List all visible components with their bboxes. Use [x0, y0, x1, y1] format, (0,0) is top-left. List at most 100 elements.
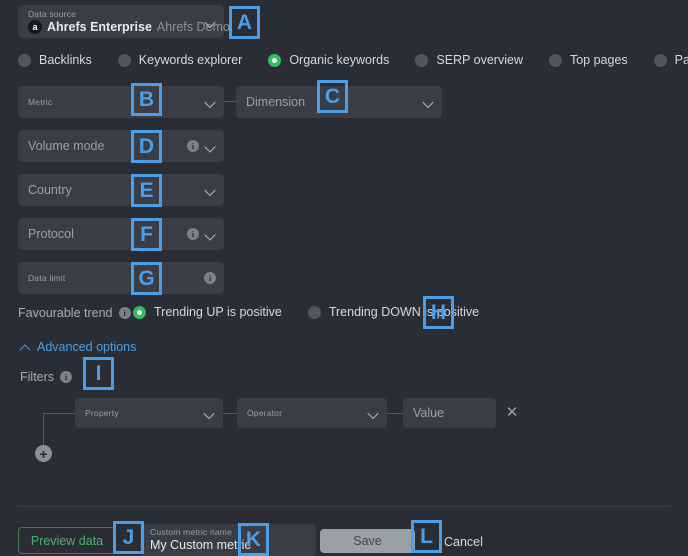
- annotation-g: G: [131, 262, 162, 295]
- data-source-select[interactable]: Data source a Ahrefs Enterprise Ahrefs D…: [18, 5, 230, 38]
- filter-connector-2: [387, 413, 403, 414]
- custom-metric-name-input[interactable]: Custom metric name My Custom metric: [140, 524, 316, 556]
- filter-value-placeholder: Value: [413, 406, 445, 420]
- info-icon[interactable]: i: [204, 272, 216, 284]
- cancel-button[interactable]: Cancel: [444, 535, 483, 549]
- data-source-label: Data source: [28, 8, 77, 19]
- filter-tree-horizontal: [43, 413, 75, 414]
- report-type-radio-group: Backlinks Keywords explorer Organic keyw…: [18, 53, 688, 67]
- chevron-up-icon: [20, 342, 31, 353]
- data-source-secondary: Ahrefs Demo: [156, 19, 230, 34]
- protocol-placeholder: Protocol: [28, 227, 74, 241]
- radio-serp-overview[interactable]: SERP overview: [415, 53, 523, 67]
- metric-dimension-connector: [224, 101, 236, 102]
- radio-indicator: [653, 53, 667, 67]
- data-limit-icons: i: [204, 272, 216, 284]
- chevron-down-icon[interactable]: [205, 141, 216, 152]
- data-source-value: a Ahrefs Enterprise Ahrefs Demo: [28, 20, 230, 35]
- filter-operator-chevron-wrap: [368, 408, 379, 419]
- radio-indicator-selected: [133, 305, 146, 319]
- annotation-c: C: [317, 80, 348, 113]
- chevron-down-icon[interactable]: [205, 185, 216, 196]
- radio-indicator: [415, 53, 429, 67]
- radio-label: Keywords explorer: [138, 53, 243, 67]
- remove-filter-button[interactable]: ✕: [505, 405, 519, 420]
- volume-mode-icons: i: [187, 140, 216, 152]
- preview-data-label: Preview data: [30, 533, 104, 548]
- chevron-down-icon[interactable]: [205, 16, 216, 27]
- protocol-icons: i: [187, 228, 216, 240]
- info-icon[interactable]: i: [118, 307, 131, 319]
- annotation-k: K: [238, 523, 269, 556]
- dimension-chevron-wrap: [423, 97, 434, 108]
- radio-label: Trending DOWN is positive: [328, 305, 480, 319]
- country-chevron-wrap: [205, 185, 216, 196]
- advanced-options-label: Advanced options: [37, 340, 137, 354]
- filter-operator-label: Operator: [247, 407, 283, 418]
- radio-paid-pages[interactable]: Paid pages: [653, 53, 688, 67]
- favourable-trend-label: Favourable trend: [18, 306, 113, 320]
- data-limit-label: Data limit: [28, 272, 66, 283]
- radio-backlinks[interactable]: Backlinks: [18, 53, 92, 67]
- chevron-down-icon[interactable]: [205, 97, 216, 108]
- annotation-f: F: [131, 218, 162, 251]
- data-source-chevron-wrap: [205, 16, 216, 27]
- volume-mode-placeholder: Volume mode: [28, 139, 105, 153]
- dimension-placeholder: Dimension: [246, 95, 306, 109]
- info-icon[interactable]: i: [187, 140, 199, 152]
- save-button[interactable]: Save: [320, 529, 415, 553]
- save-label: Save: [353, 534, 382, 548]
- country-placeholder: Country: [28, 183, 72, 197]
- custom-metric-name-label: Custom metric name: [150, 527, 233, 537]
- radio-indicator: [548, 53, 562, 67]
- info-icon[interactable]: i: [187, 228, 199, 240]
- advanced-options-toggle[interactable]: Advanced options: [20, 340, 136, 354]
- annotation-i: I: [83, 357, 114, 390]
- filter-property-label: Property: [85, 407, 119, 418]
- info-icon[interactable]: i: [60, 371, 73, 383]
- add-filter-button[interactable]: +: [35, 445, 52, 462]
- radio-indicator: [307, 305, 321, 319]
- annotation-h: H: [423, 296, 454, 329]
- preview-data-button[interactable]: Preview data: [18, 527, 116, 554]
- chevron-down-icon[interactable]: [423, 97, 434, 108]
- filter-property-chevron-wrap: [204, 408, 215, 419]
- annotation-j: J: [113, 521, 144, 554]
- annotation-e: E: [131, 174, 162, 207]
- country-select[interactable]: Country: [18, 174, 224, 206]
- data-source-name: Ahrefs Enterprise: [47, 19, 152, 34]
- favourable-trend-label-wrap: Favourable trend i: [18, 306, 131, 320]
- radio-label: Backlinks: [39, 53, 92, 67]
- radio-label: Top pages: [569, 53, 628, 67]
- radio-top-pages[interactable]: Top pages: [548, 53, 628, 67]
- radio-indicator-selected: [268, 53, 282, 67]
- chevron-down-icon[interactable]: [205, 229, 216, 240]
- protocol-select[interactable]: Protocol i: [18, 218, 224, 250]
- annotation-b: B: [131, 83, 162, 116]
- annotation-l: L: [411, 520, 442, 553]
- radio-keywords-explorer[interactable]: Keywords explorer: [117, 53, 243, 67]
- filters-label-wrap: Filters i: [20, 370, 73, 384]
- filter-value-input[interactable]: Value: [403, 398, 496, 428]
- radio-trending-up[interactable]: Trending UP is positive: [133, 305, 282, 319]
- volume-mode-select[interactable]: Volume mode i: [18, 130, 224, 162]
- chevron-down-icon[interactable]: [204, 408, 215, 419]
- data-limit-input[interactable]: Data limit i: [18, 262, 224, 294]
- chevron-down-icon[interactable]: [368, 408, 379, 419]
- radio-label: Organic keywords: [289, 53, 390, 67]
- filter-operator-select[interactable]: Operator: [237, 398, 387, 428]
- filter-connector-1: [223, 413, 237, 414]
- metric-select[interactable]: Metric: [18, 86, 224, 118]
- filter-property-select[interactable]: Property: [75, 398, 223, 428]
- radio-label: Paid pages: [674, 53, 688, 67]
- filters-label: Filters: [20, 370, 55, 384]
- footer-divider: [18, 506, 670, 507]
- custom-metric-editor-panel: Data source a Ahrefs Enterprise Ahrefs D…: [0, 0, 688, 556]
- workspace-avatar: a: [28, 20, 42, 34]
- metric-label: Metric: [28, 96, 53, 107]
- cancel-label: Cancel: [444, 535, 483, 549]
- radio-organic-keywords[interactable]: Organic keywords: [268, 53, 389, 67]
- custom-metric-name-value: My Custom metric: [150, 538, 251, 552]
- radio-indicator: [18, 53, 31, 67]
- metric-chevron-wrap: [205, 97, 216, 108]
